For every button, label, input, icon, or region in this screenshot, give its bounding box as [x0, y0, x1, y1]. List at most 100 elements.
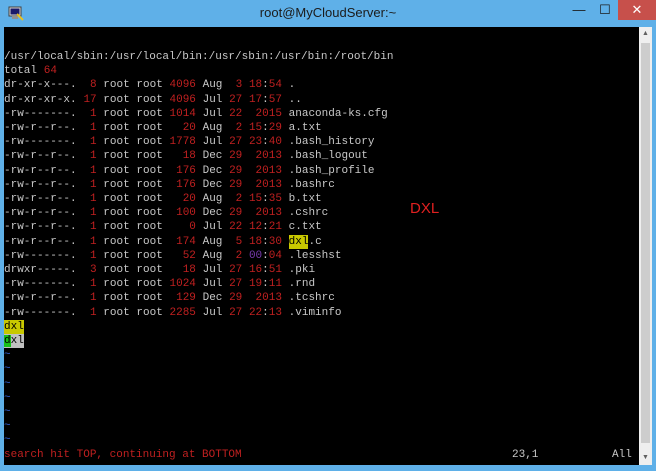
- file-month: Dec: [202, 207, 223, 220]
- file-name: .rnd: [288, 278, 316, 291]
- text-cursor: d: [4, 335, 11, 347]
- file-name: .bashrc: [288, 178, 335, 191]
- file-permissions: -rw-r--r--.: [4, 235, 77, 248]
- file-group: root: [136, 164, 163, 177]
- file-link-count: 3: [83, 264, 97, 276]
- file-permissions: -rw-r--r--.: [4, 221, 77, 234]
- file-year: 2013: [248, 164, 282, 177]
- file-group: root: [136, 306, 163, 319]
- file-time-minute: 57: [268, 93, 282, 106]
- file-time-minute: 29: [268, 122, 282, 134]
- file-size: 4096: [169, 93, 196, 106]
- search-match-highlight: dxl: [288, 234, 309, 249]
- file-name: .pki: [288, 264, 316, 276]
- file-day: 29: [229, 164, 243, 177]
- file-group: root: [136, 107, 163, 120]
- minimize-button[interactable]: —: [566, 0, 592, 20]
- file-month: Jul: [202, 278, 223, 291]
- file-time-hour: 00: [248, 249, 263, 262]
- close-button[interactable]: ✕: [618, 0, 656, 20]
- file-permissions: -rw-r--r--.: [4, 178, 77, 191]
- file-owner: root: [103, 292, 130, 305]
- file-permissions: -rw-------.: [4, 136, 77, 149]
- file-day: 22: [229, 107, 243, 120]
- scroll-up-arrow-icon[interactable]: ▲: [639, 27, 652, 41]
- file-group: root: [136, 235, 163, 248]
- scrollbar-thumb[interactable]: [641, 43, 650, 443]
- path-text: /usr/local/sbin:/usr/local/bin:/usr/sbin…: [4, 51, 394, 63]
- file-month: Aug: [202, 122, 223, 134]
- file-time-minute: 51: [268, 264, 282, 276]
- file-time-colon: :: [262, 93, 269, 106]
- scroll-down-arrow-icon[interactable]: ▼: [639, 451, 652, 465]
- file-permissions: dr-xr-xr-x.: [4, 93, 77, 106]
- file-size: 4096: [169, 79, 196, 92]
- file-day: 2: [229, 249, 243, 262]
- file-owner: root: [103, 264, 130, 276]
- file-year: 2013: [248, 292, 282, 305]
- file-group: root: [136, 249, 163, 262]
- search-match-highlight: dxl: [4, 319, 24, 334]
- file-month: Aug: [202, 249, 223, 262]
- total-value: 64: [43, 65, 57, 78]
- file-owner: root: [103, 122, 130, 134]
- file-day: 27: [229, 278, 243, 291]
- file-size: 20: [169, 193, 196, 205]
- file-day: 3: [229, 79, 243, 92]
- file-group: root: [136, 122, 163, 134]
- file-time-colon: :: [262, 136, 269, 149]
- file-size: 2285: [169, 306, 196, 319]
- file-month: Jul: [202, 136, 223, 149]
- file-size: 129: [169, 292, 196, 305]
- file-permissions: drwxr-----.: [4, 264, 77, 276]
- file-permissions: -rw-------.: [4, 278, 77, 291]
- file-size: 176: [169, 164, 196, 177]
- file-name: .cshrc: [288, 207, 329, 220]
- file-month: Aug: [202, 79, 223, 92]
- tilde-marker: ~: [4, 420, 11, 433]
- file-time-minute: 21: [268, 221, 282, 234]
- tilde-marker: ~: [4, 434, 11, 447]
- file-permissions: -rw-------.: [4, 306, 77, 319]
- file-group: root: [136, 221, 163, 234]
- file-link-count: 1: [83, 278, 97, 291]
- file-day: 2: [229, 122, 243, 134]
- file-name: .bash_profile: [288, 164, 375, 177]
- file-name: .lesshst: [288, 249, 342, 262]
- file-permissions: -rw-r--r--.: [4, 193, 77, 205]
- file-year: 2013: [248, 178, 282, 191]
- file-time-hour: 15: [248, 122, 263, 134]
- file-link-count: 1: [83, 107, 97, 120]
- file-owner: root: [103, 178, 130, 191]
- file-time-colon: :: [262, 264, 269, 276]
- file-name: .bash_logout: [288, 150, 368, 163]
- file-name: anaconda-ks.cfg: [288, 107, 388, 120]
- file-owner: root: [103, 249, 130, 262]
- cursor-position: 23,1: [512, 449, 539, 461]
- file-name: .: [288, 79, 296, 92]
- file-link-count: 1: [83, 122, 97, 134]
- title-bar[interactable]: root@MyCloudServer:~ — ☐ ✕: [0, 0, 656, 27]
- terminal-screen[interactable]: /usr/local/sbin:/usr/local/bin:/usr/sbin…: [4, 27, 639, 465]
- file-permissions: -rw-r--r--.: [4, 292, 77, 305]
- file-day: 29: [229, 292, 243, 305]
- file-month: Jul: [202, 264, 223, 276]
- file-size: 100: [169, 207, 196, 220]
- file-owner: root: [103, 306, 130, 319]
- file-owner: root: [103, 107, 130, 120]
- file-name: a.txt: [288, 122, 322, 134]
- file-owner: root: [103, 150, 130, 163]
- file-month: Dec: [202, 150, 223, 163]
- file-day: 27: [229, 93, 243, 106]
- file-time-hour: 22: [248, 306, 263, 319]
- file-day: 29: [229, 178, 243, 191]
- maximize-button[interactable]: ☐: [592, 0, 618, 20]
- vertical-scrollbar[interactable]: ▲ ▼: [639, 27, 652, 465]
- tilde-marker: ~: [4, 377, 11, 390]
- file-owner: root: [103, 221, 130, 234]
- file-time-colon: :: [262, 278, 269, 291]
- file-name: .bash_history: [288, 136, 375, 149]
- file-day: 27: [229, 264, 243, 276]
- file-group: root: [136, 193, 163, 205]
- search-match-rest: xl: [10, 335, 24, 347]
